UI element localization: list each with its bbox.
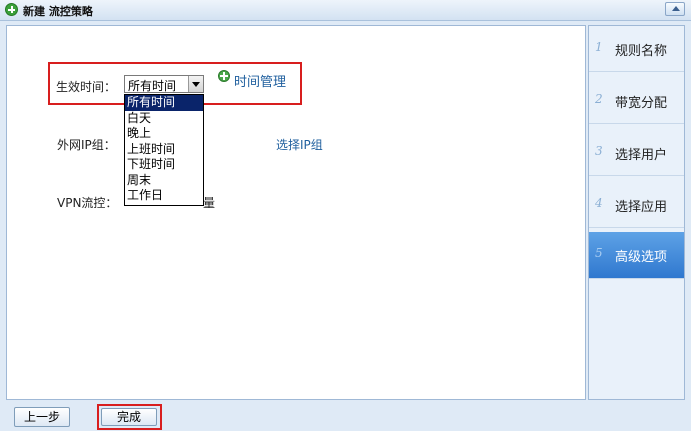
sidebar-item-rule-name[interactable]: 1 规则名称 xyxy=(589,26,684,72)
add-icon xyxy=(5,3,18,16)
external-ip-label: 外网IP组： xyxy=(57,138,116,152)
add-time-icon[interactable] xyxy=(218,70,230,82)
dropdown-option[interactable]: 所有时间 xyxy=(125,95,203,111)
sidebar-item-label: 带宽分配 xyxy=(615,96,668,111)
sidebar-item-select-user[interactable]: 3 选择用户 xyxy=(589,130,684,176)
sidebar-item-label: 选择用户 xyxy=(615,148,668,163)
dropdown-option[interactable]: 下班时间 xyxy=(125,157,203,173)
step-number: 5 xyxy=(595,246,603,260)
prev-step-button[interactable]: 上一步 xyxy=(14,407,70,427)
step-number: 2 xyxy=(595,92,603,106)
sidebar-item-label: 选择应用 xyxy=(615,200,668,215)
dropdown-option[interactable]: 周末 xyxy=(125,173,203,189)
time-manage-link[interactable]: 时间管理 xyxy=(234,71,286,90)
effective-time-select[interactable]: 所有时间 xyxy=(124,75,204,93)
dropdown-option[interactable]: 白天 xyxy=(125,111,203,127)
vpn-label: VPN流控： xyxy=(57,196,118,210)
step-sidebar: 1 规则名称 2 带宽分配 3 选择用户 4 选择应用 5 高级选项 xyxy=(588,25,685,400)
sidebar-item-select-app[interactable]: 4 选择应用 xyxy=(589,182,684,228)
time-dropdown-list: 所有时间 白天 晚上 上班时间 下班时间 周末 工作日 xyxy=(124,94,204,206)
vpn-partial-text: 量 xyxy=(203,196,216,210)
window-titlebar: 新建 流控策略 xyxy=(0,0,691,21)
finish-button[interactable]: 完成 xyxy=(101,408,157,426)
step-number: 4 xyxy=(595,196,603,210)
effective-time-label: 生效时间： xyxy=(56,80,117,94)
dropdown-option[interactable]: 上班时间 xyxy=(125,142,203,158)
select-ip-link[interactable]: 选择IP组 xyxy=(276,136,323,153)
sidebar-item-label: 规则名称 xyxy=(615,44,668,59)
window-title: 新建 流控策略 xyxy=(23,5,93,18)
step-number: 3 xyxy=(595,144,603,158)
sidebar-item-advanced[interactable]: 5 高级选项 xyxy=(589,232,684,279)
dropdown-option[interactable]: 工作日 xyxy=(125,188,203,204)
chevron-down-icon[interactable] xyxy=(188,76,203,92)
dropdown-option[interactable]: 晚上 xyxy=(125,126,203,142)
sidebar-item-bandwidth[interactable]: 2 带宽分配 xyxy=(589,78,684,124)
effective-time-value: 所有时间 xyxy=(128,79,177,93)
step-number: 1 xyxy=(595,40,603,54)
sidebar-item-label: 高级选项 xyxy=(615,250,668,265)
collapse-icon[interactable] xyxy=(665,2,685,16)
